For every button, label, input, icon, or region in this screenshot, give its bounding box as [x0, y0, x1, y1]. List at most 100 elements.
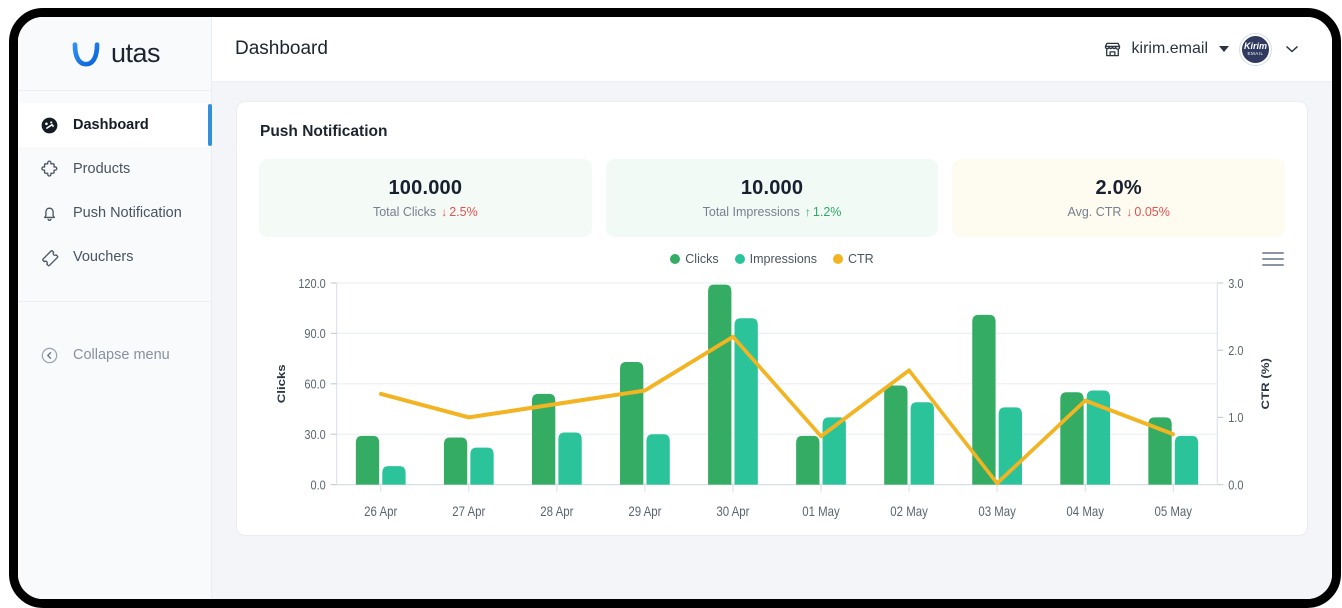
stat-card-total-impressions: 10.000 Total Impressions ↑ 1.2% — [605, 159, 939, 237]
stat-subtitle: Avg. CTR ↓ 0.05% — [1067, 205, 1169, 219]
legend-label: Impressions — [749, 252, 818, 266]
bar-impressions[interactable] — [470, 447, 494, 485]
sidebar-divider — [18, 301, 211, 302]
hamburger-line — [1262, 264, 1284, 266]
legend-item-clicks[interactable]: Clicks — [670, 252, 719, 266]
top-bar: Dashboard kirim.email Kirim EMAIL — [212, 17, 1332, 82]
hamburger-line — [1262, 252, 1284, 254]
sidebar-item-vouchers[interactable]: Vouchers — [18, 235, 211, 279]
y2-axis-title: CTR (%) — [1259, 358, 1272, 409]
legend-swatch — [670, 254, 681, 264]
brand-logo[interactable]: utas — [18, 17, 211, 91]
x-axis-tick-label: 26 Apr — [364, 504, 398, 519]
bar-impressions[interactable] — [910, 402, 934, 485]
bell-icon — [44, 207, 55, 221]
legend-swatch — [734, 254, 745, 264]
bar-clicks[interactable] — [708, 284, 732, 485]
stat-card-avg-ctr: 2.0% Avg. CTR ↓ 0.05% — [952, 159, 1286, 237]
sidebar-nav: Dashboard Products Push Notification Vou… — [18, 91, 212, 279]
storefront-icon — [1104, 42, 1120, 56]
ticket-icon — [42, 249, 59, 266]
arrow-up-icon: ↑ — [804, 205, 811, 219]
arrow-down-icon: ↓ — [1126, 205, 1133, 219]
y2-axis-tick-label: 1.0 — [1228, 410, 1243, 425]
stat-cards: 100.000 Total Clicks ↓ 2.5% 10.000 Total… — [259, 159, 1286, 237]
chevron-down-icon — [1219, 46, 1229, 52]
stat-delta-value: 0.05% — [1134, 205, 1170, 219]
bar-impressions[interactable] — [382, 466, 406, 485]
avatar-line1: Kirim — [1243, 40, 1267, 51]
user-menu-chevron-down-icon[interactable] — [1282, 39, 1302, 59]
x-axis-tick-label: 04 May — [1066, 504, 1104, 519]
utas-logo-icon — [72, 41, 100, 67]
legend-label: Clicks — [685, 252, 719, 266]
x-axis-tick-label: 05 May — [1154, 504, 1192, 519]
store-selector[interactable]: kirim.email — [1102, 39, 1229, 60]
bar-clicks[interactable] — [884, 385, 908, 485]
device-bezel: utas Dashboard Products Push Notificatio… — [9, 8, 1341, 608]
sidebar-item-label: Push Notification — [73, 205, 182, 221]
sidebar-item-label: Products — [73, 161, 131, 177]
push-notification-panel: Push Notification 100.000 Total Clicks ↓… — [236, 101, 1308, 536]
topbar-actions: kirim.email Kirim EMAIL — [1102, 33, 1302, 65]
collapse-menu-button[interactable]: Collapse menu — [18, 332, 211, 378]
hamburger-line — [1262, 258, 1284, 260]
legend-item-impressions[interactable]: Impressions — [734, 252, 818, 266]
stat-subtitle: Total Impressions ↑ 1.2% — [703, 205, 842, 219]
y-axis-tick-label: 120.0 — [298, 276, 326, 291]
bar-clicks[interactable] — [972, 314, 996, 485]
stat-delta: ↓ 0.05% — [1126, 205, 1169, 219]
x-axis-tick-label: 30 Apr — [716, 504, 750, 519]
chart-export-menu-button[interactable] — [1262, 250, 1284, 268]
stat-label: Total Clicks — [372, 205, 437, 219]
sidebar-item-label: Dashboard — [73, 117, 149, 133]
bar-impressions[interactable] — [646, 434, 670, 485]
bar-clicks[interactable] — [796, 435, 820, 485]
x-axis-tick-label: 28 Apr — [540, 504, 574, 519]
y-axis-tick-label: 60.0 — [304, 377, 326, 392]
main-area: Dashboard kirim.email Kirim EMAIL Push N… — [212, 17, 1332, 599]
stat-value: 2.0% — [1095, 177, 1142, 199]
x-axis-tick-label: 03 May — [978, 504, 1016, 519]
collapse-left-icon — [41, 347, 58, 363]
sidebar-item-label: Vouchers — [73, 249, 134, 265]
y2-axis-tick-label: 2.0 — [1228, 343, 1243, 358]
stat-delta-value: 2.5% — [449, 205, 478, 219]
speedometer-icon — [41, 117, 58, 133]
puzzle-piece-icon — [41, 160, 58, 177]
y-axis-title: Clicks — [275, 364, 288, 403]
chart-plot: 0.0 30.0 60.0 90.0 120.0 0.0 1.0 2.0 3.0 Clicks CT… — [259, 271, 1285, 535]
panel-title: Push Notification — [260, 123, 388, 140]
stat-delta: ↑ 1.2% — [805, 205, 842, 219]
avatar[interactable]: Kirim EMAIL — [1240, 33, 1271, 65]
chart-svg: 0.0 30.0 60.0 90.0 120.0 0.0 1.0 2.0 3.0 Clicks CT… — [275, 276, 1272, 519]
line-ctr[interactable] — [379, 334, 1175, 486]
y-axis-tick-label: 90.0 — [304, 326, 326, 341]
stat-value: 100.000 — [388, 177, 463, 199]
bar-impressions[interactable] — [558, 432, 582, 485]
sidebar: utas Dashboard Products Push Notificatio… — [18, 17, 212, 599]
bar-impressions[interactable] — [1174, 435, 1199, 485]
bar-clicks[interactable] — [620, 361, 644, 485]
app-viewport: utas Dashboard Products Push Notificatio… — [18, 17, 1332, 599]
bar-clicks[interactable] — [443, 437, 468, 485]
arrow-down-icon: ↓ — [441, 205, 448, 219]
sidebar-item-dashboard[interactable]: Dashboard — [18, 103, 212, 147]
avatar-line2: EMAIL — [1247, 50, 1264, 56]
sidebar-item-push-notification[interactable]: Push Notification — [18, 191, 211, 235]
bar-clicks[interactable] — [355, 435, 380, 485]
brand-name: utas — [110, 38, 161, 68]
collapse-menu-label: Collapse menu — [73, 347, 170, 363]
sidebar-item-products[interactable]: Products — [18, 147, 211, 191]
stat-card-total-clicks: 100.000 Total Clicks ↓ 2.5% — [259, 159, 592, 237]
stat-delta: ↓ 2.5% — [441, 205, 478, 219]
legend-swatch — [833, 254, 844, 264]
legend-item-ctr[interactable]: CTR — [833, 252, 874, 266]
y2-axis-tick-label: 3.0 — [1228, 276, 1243, 291]
stat-label: Total Impressions — [702, 205, 800, 219]
stat-label: Avg. CTR — [1067, 205, 1122, 219]
legend-label: CTR — [848, 252, 874, 266]
stat-subtitle: Total Clicks ↓ 2.5% — [373, 205, 478, 219]
x-axis-tick-label: 01 May — [802, 504, 840, 519]
x-axis-tick-label: 27 Apr — [452, 504, 486, 519]
